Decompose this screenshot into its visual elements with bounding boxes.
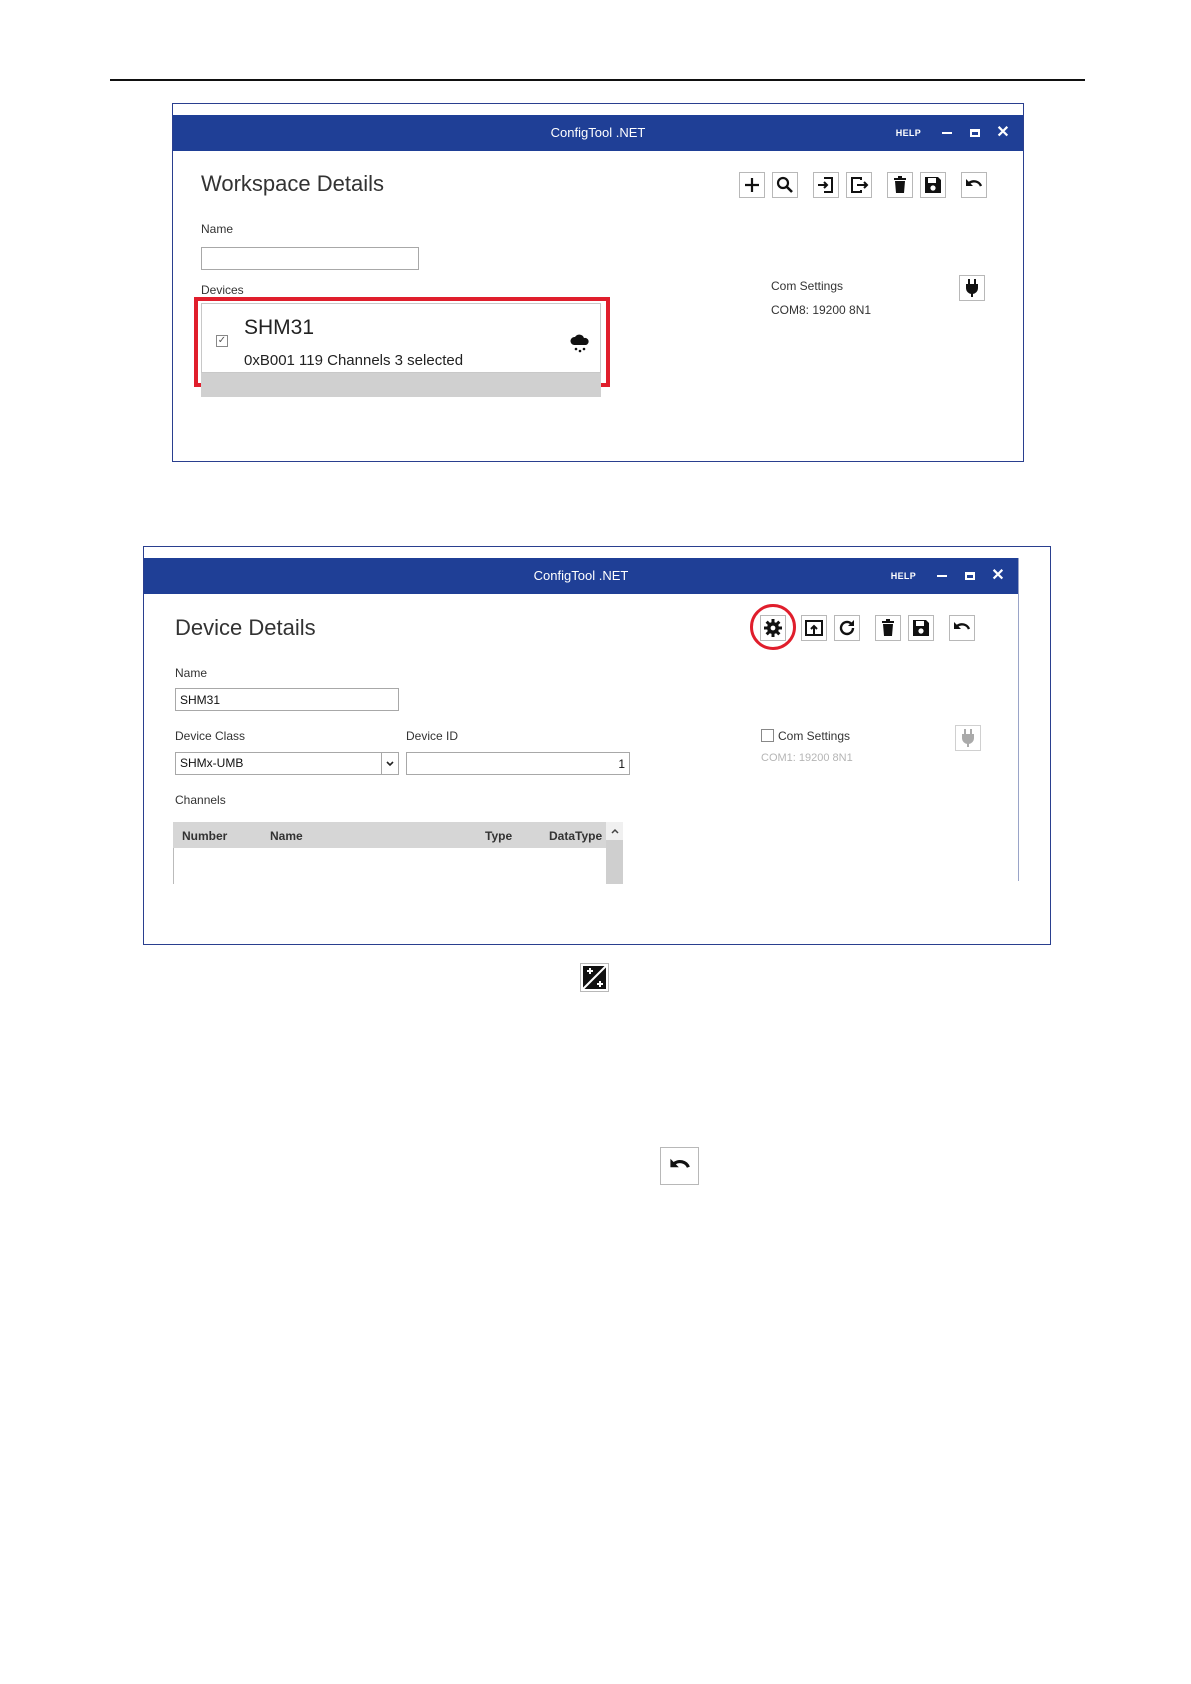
chevron-down-icon: [386, 760, 394, 766]
channels-label: Channels: [175, 793, 226, 807]
com-settings-label: Com Settings: [778, 729, 851, 743]
device-titlebar: ConfigTool .NET HELP ✕: [144, 558, 1018, 594]
device-id-label: Device ID: [406, 729, 459, 743]
column-name[interactable]: Name: [270, 829, 303, 843]
delete-button[interactable]: [887, 172, 913, 198]
column-number[interactable]: Number: [182, 829, 227, 843]
maximize-button[interactable]: [961, 115, 989, 151]
edit-square-icon: [582, 965, 607, 990]
column-datatype[interactable]: DataType: [549, 829, 602, 843]
workspace-toolbar: [739, 172, 994, 198]
device-name: SHM31: [244, 316, 315, 339]
page-title: Workspace Details: [201, 171, 384, 196]
minimize-button[interactable]: [928, 558, 956, 594]
device-class-value: SHMx-UMB: [180, 756, 244, 770]
connect-button[interactable]: [959, 275, 985, 301]
save-button[interactable]: [908, 615, 934, 641]
undo-button[interactable]: [961, 172, 987, 198]
com-settings-value: COM1: 19200 8N1: [761, 752, 853, 764]
undo-icon: [669, 1158, 690, 1168]
channels-table-header: Number Name Type DataType: [173, 822, 606, 848]
plug-icon: [966, 279, 978, 297]
delete-button[interactable]: [875, 615, 901, 641]
com-settings-value: COM8: 19200 8N1: [771, 303, 872, 317]
undo-icon-box: [660, 1147, 699, 1185]
window-title: ConfigTool .NET: [533, 568, 629, 583]
connect-button[interactable]: [955, 725, 981, 751]
com-settings-label: Com Settings: [771, 279, 844, 293]
search-icon: [776, 176, 793, 193]
channels-table-body: [173, 848, 608, 884]
import-icon: [818, 177, 833, 193]
help-link[interactable]: HELP: [891, 571, 916, 581]
refresh-button[interactable]: [834, 615, 860, 641]
name-label: Name: [201, 222, 234, 236]
name-input[interactable]: [175, 688, 399, 711]
device-screenshot-frame: ConfigTool .NET HELP ✕ Device Details Na…: [143, 546, 1051, 945]
scroll-up-button[interactable]: [606, 822, 623, 840]
gear-icon: [764, 619, 782, 637]
minimize-button[interactable]: [933, 115, 961, 151]
maximize-button[interactable]: [956, 558, 984, 594]
device-id-input[interactable]: [406, 752, 630, 775]
page-top-rule: [110, 79, 1085, 81]
device-list-item[interactable]: ✓ SHM31 0xB001 119 Channels 3 selected: [201, 303, 601, 373]
upload-button[interactable]: [801, 615, 827, 641]
save-button[interactable]: [920, 172, 946, 198]
search-button[interactable]: [772, 172, 798, 198]
delete-icon: [882, 619, 894, 636]
add-icon: [745, 178, 759, 192]
delete-icon: [894, 176, 906, 193]
close-button[interactable]: ✕: [989, 115, 1017, 151]
name-input[interactable]: [201, 247, 419, 270]
workspace-titlebar: ConfigTool .NET HELP ✕: [173, 115, 1023, 151]
device-toolbar: [760, 615, 982, 641]
refresh-icon: [839, 620, 855, 636]
edit-square-icon-box: [580, 963, 609, 992]
import-button[interactable]: [813, 172, 839, 198]
export-icon: [851, 177, 869, 193]
device-checkbox[interactable]: ✓: [216, 335, 228, 347]
export-button[interactable]: [846, 172, 872, 198]
save-icon: [913, 620, 929, 636]
name-label: Name: [175, 666, 208, 680]
weather-cloud-icon: [570, 334, 589, 353]
devices-label: Devices: [201, 283, 244, 297]
undo-icon: [954, 622, 971, 630]
settings-button[interactable]: [760, 615, 786, 641]
device-detail: 0xB001 119 Channels 3 selected: [244, 352, 464, 369]
dropdown-toggle[interactable]: [381, 753, 398, 774]
add-button[interactable]: [739, 172, 765, 198]
device-window: ConfigTool .NET HELP ✕ Device Details Na…: [144, 558, 1019, 884]
workspace-screenshot-frame: ConfigTool .NET HELP ✕ Workspace Details: [172, 103, 1024, 462]
minimize-icon: [937, 575, 947, 577]
close-icon: ✕: [996, 124, 1010, 141]
minimize-icon: [942, 132, 952, 134]
channels-scrollbar[interactable]: [606, 822, 623, 884]
maximize-icon: [970, 129, 980, 137]
workspace-window: ConfigTool .NET HELP ✕ Workspace Details: [173, 115, 1023, 461]
plug-icon: [962, 729, 974, 747]
com-settings-checkbox[interactable]: [761, 729, 774, 742]
column-type[interactable]: Type: [485, 829, 512, 843]
save-icon: [925, 177, 941, 193]
help-link[interactable]: HELP: [896, 128, 921, 138]
device-class-select[interactable]: SHMx-UMB: [175, 752, 399, 775]
device-class-label: Device Class: [175, 729, 246, 743]
close-button[interactable]: ✕: [984, 558, 1012, 594]
undo-button[interactable]: [949, 615, 975, 641]
upload-icon: [805, 620, 823, 636]
page-title: Device Details: [175, 615, 316, 640]
device-list-footer: [201, 373, 601, 397]
close-icon: ✕: [991, 567, 1005, 584]
chevron-up-icon: [610, 828, 619, 834]
undo-icon: [966, 179, 983, 187]
maximize-icon: [965, 572, 975, 580]
